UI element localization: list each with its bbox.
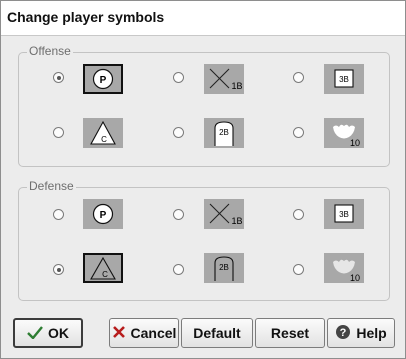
help-button[interactable]: ? Help [327, 318, 395, 348]
svg-text:?: ? [340, 327, 347, 339]
offense-first-base-radio[interactable] [173, 72, 184, 83]
offense-pitcher-radio[interactable] [53, 72, 64, 83]
defense-third-base-radio[interactable] [293, 209, 304, 220]
cancel-button[interactable]: Cancel [109, 318, 179, 348]
offense-pitcher-symbol[interactable]: P [83, 64, 123, 94]
defense-pitcher-symbol-text: P [100, 210, 107, 221]
checkmark-icon [27, 325, 43, 342]
cancel-button-label: Cancel [130, 325, 177, 341]
offense-second-base-symbol-text: 2B [219, 128, 229, 137]
offense-group: Offense P 1B 3B C 2B 10 [18, 44, 390, 167]
x-icon [112, 325, 126, 342]
ok-button-label: OK [48, 325, 69, 341]
help-button-label: Help [356, 325, 387, 341]
offense-second-base-symbol[interactable]: 2B [204, 118, 244, 148]
defense-pitcher-radio[interactable] [53, 209, 64, 220]
offense-catcher-symbol-text: C [101, 135, 107, 144]
defense-catcher-radio[interactable] [53, 264, 64, 275]
reset-button[interactable]: Reset [255, 318, 325, 348]
reset-button-label: Reset [270, 325, 310, 341]
offense-catcher-symbol[interactable]: C [83, 118, 123, 148]
defense-group: Defense P 1B 3B C 2B 10 [18, 179, 390, 301]
defense-first-base-radio[interactable] [173, 209, 184, 220]
defense-first-base-symbol-text: 1B [231, 216, 242, 226]
offense-glove-symbol[interactable]: 10 [324, 118, 364, 148]
defense-glove-symbol-text: 10 [350, 273, 360, 283]
offense-second-base-radio[interactable] [173, 127, 184, 138]
offense-third-base-symbol-text: 3B [339, 75, 349, 84]
default-button-label: Default [193, 325, 241, 341]
defense-second-base-symbol[interactable]: 2B [204, 253, 244, 283]
ok-button[interactable]: OK [13, 318, 83, 348]
defense-glove-radio[interactable] [293, 264, 304, 275]
defense-third-base-symbol-text: 3B [339, 210, 349, 219]
offense-group-label: Offense [27, 44, 73, 58]
offense-glove-radio[interactable] [293, 127, 304, 138]
defense-first-base-symbol[interactable]: 1B [204, 199, 244, 229]
title-bar: Change player symbols [1, 1, 405, 36]
defense-third-base-symbol[interactable]: 3B [324, 199, 364, 229]
offense-third-base-radio[interactable] [293, 72, 304, 83]
defense-second-base-symbol-text: 2B [219, 263, 229, 272]
defense-second-base-radio[interactable] [173, 264, 184, 275]
offense-first-base-symbol-text: 1B [231, 81, 242, 91]
offense-pitcher-symbol-text: P [100, 75, 107, 86]
offense-third-base-symbol[interactable]: 3B [324, 64, 364, 94]
offense-catcher-radio[interactable] [53, 127, 64, 138]
defense-glove-symbol[interactable]: 10 [324, 253, 364, 283]
default-button[interactable]: Default [181, 318, 253, 348]
question-icon: ? [335, 324, 351, 343]
dialog-title: Change player symbols [7, 9, 165, 25]
offense-glove-symbol-text: 10 [350, 138, 360, 148]
defense-catcher-symbol[interactable]: C [83, 253, 123, 283]
defense-catcher-symbol-text: C [102, 270, 108, 279]
change-player-symbols-dialog: Change player symbols Offense P 1B 3B C … [0, 0, 406, 359]
offense-first-base-symbol[interactable]: 1B [204, 64, 244, 94]
defense-pitcher-symbol[interactable]: P [83, 199, 123, 229]
defense-group-label: Defense [27, 179, 76, 193]
